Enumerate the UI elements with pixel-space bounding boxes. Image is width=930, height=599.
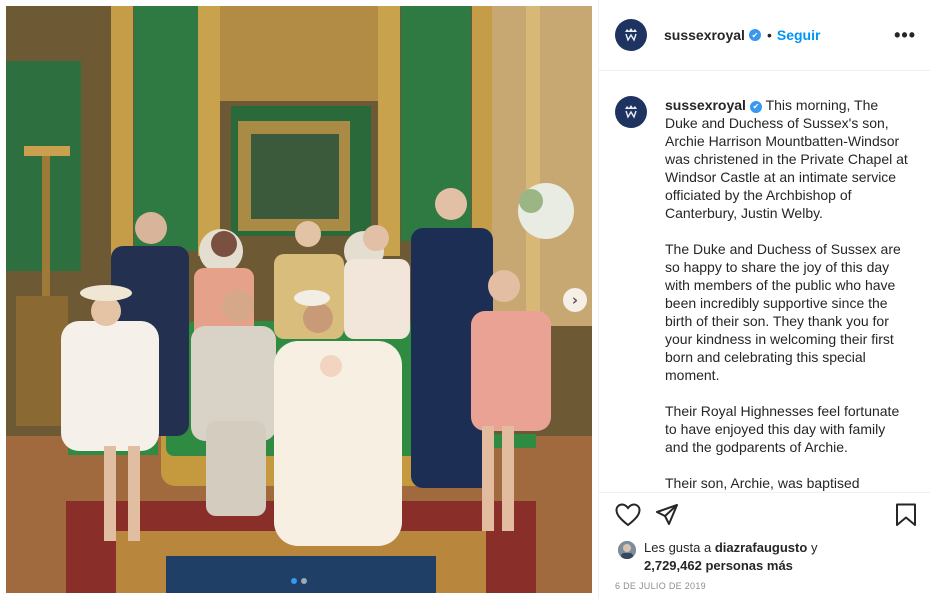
caption-username[interactable]: sussexroyal [665, 97, 746, 113]
likes-prefix: Les gusta a [644, 540, 712, 555]
caption: sussexroyal ✔ This morning, The Duke and … [599, 72, 930, 492]
verified-badge-icon: ✔ [748, 29, 761, 41]
carousel-indicator [0, 578, 598, 584]
save-button[interactable] [895, 503, 917, 527]
carousel-next-button[interactable]: › [563, 288, 587, 312]
heart-outline-icon [615, 503, 641, 527]
instagram-post: › sussexroyal ✔ • Seguir ••• sussexroyal… [0, 0, 930, 599]
likes-line-2[interactable]: 2,729,462 personas más [644, 557, 915, 575]
likes-suffix: personas más [705, 558, 793, 573]
paper-plane-icon [656, 504, 678, 525]
post-sidebar: sussexroyal ✔ • Seguir ••• sussexroyal ✔ … [598, 0, 930, 599]
post-actions: Les gusta a diazrafaugusto y 2,729,462 p… [599, 492, 930, 599]
monogram-crest-icon [625, 28, 637, 42]
post-media: › [0, 0, 598, 599]
carousel-dot-2 [301, 578, 307, 584]
bookmark-outline-icon [896, 503, 916, 526]
caption-avatar[interactable] [615, 96, 647, 128]
person-avatar-icon [618, 541, 636, 559]
caption-paragraph-2: The Duke and Duchess of Sussex are so ha… [665, 241, 901, 383]
liker-avatar[interactable] [618, 541, 636, 559]
christening-photo [6, 6, 592, 593]
account-avatar[interactable] [615, 19, 647, 51]
more-options-icon[interactable]: ••• [894, 26, 916, 44]
like-button[interactable] [615, 503, 641, 527]
likes-connector: y [810, 540, 818, 555]
liker-username[interactable]: diazrafaugusto [715, 540, 807, 555]
action-icons [615, 503, 917, 531]
post-header: sussexroyal ✔ • Seguir ••• [599, 0, 930, 71]
caption-text: sussexroyal ✔ This morning, The Duke and … [665, 96, 910, 492]
likes-line-1: Les gusta a diazrafaugusto y [644, 539, 915, 557]
header-separator: • [766, 27, 772, 43]
header-username[interactable]: sussexroyal [664, 27, 745, 43]
caption-paragraph-1: This morning, The Duke and Duchess of Su… [665, 97, 908, 221]
likes-count: 2,729,462 [644, 558, 702, 573]
chevron-right-icon: › [571, 291, 579, 309]
post-photo[interactable] [6, 6, 592, 593]
carousel-dot-1 [291, 578, 297, 584]
caption-area: sussexroyal ✔ This morning, The Duke and … [599, 72, 930, 492]
caption-paragraph-3: Their Royal Highnesses feel fortunate to… [665, 403, 900, 455]
likes-summary: Les gusta a diazrafaugusto y 2,729,462 p… [615, 539, 915, 575]
verified-badge-icon: ✔ [749, 101, 762, 113]
share-button[interactable] [655, 503, 679, 527]
follow-button[interactable]: Seguir [777, 27, 821, 43]
caption-paragraph-4: Their son, Archie, was baptised [665, 475, 860, 491]
post-date[interactable]: 6 DE JULIO DE 2019 [615, 581, 706, 591]
monogram-crest-icon [625, 105, 637, 119]
